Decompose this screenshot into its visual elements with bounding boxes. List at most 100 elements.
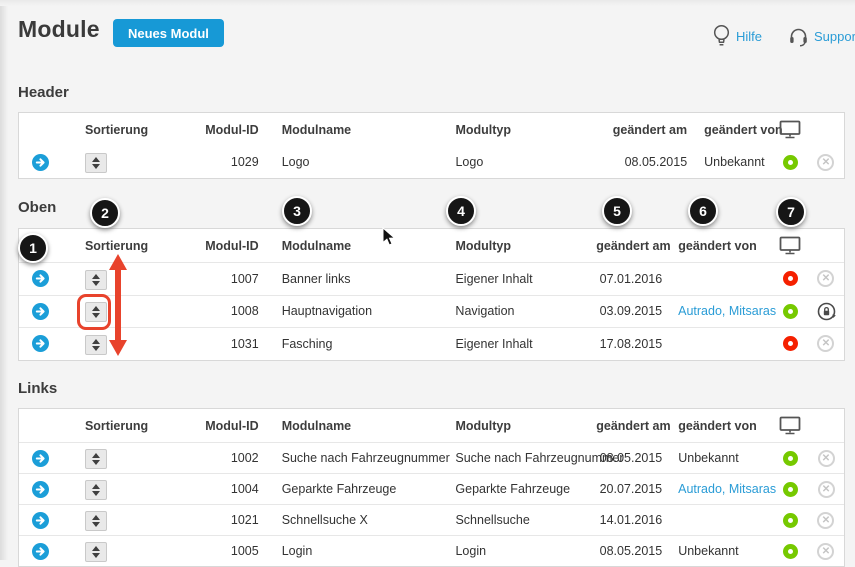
mouse-cursor [382,227,396,252]
callout-2: 2 [90,198,120,228]
sort-stepper[interactable] [85,153,107,173]
modulname: Geparkte Fahrzeuge [259,482,456,496]
status-indicator[interactable] [783,513,798,528]
open-module-button[interactable] [32,481,49,498]
modultyp: Eigener Inhalt [455,272,596,286]
modul-id: 1005 [153,544,259,558]
open-module-button[interactable] [32,543,49,560]
changed-date: 08.05.2015 [596,155,687,169]
modultyp: Logo [455,155,596,169]
table-links-section: Sortierung Modul-ID Modulname Modultyp g… [18,408,845,567]
section-title-header: Header [18,84,69,101]
status-indicator[interactable] [783,155,798,170]
col-geaendert-am: geändert am [596,419,662,433]
open-module-button[interactable] [32,270,49,287]
col-modul-id: Modul-ID [153,239,259,253]
callout-7: 7 [776,197,806,227]
status-indicator[interactable] [783,482,798,497]
col-modultyp: Modultyp [455,123,596,137]
changed-by: Unbekannt [687,155,772,169]
sort-stepper[interactable] [85,511,107,531]
modulname: Hauptnavigation [259,304,456,318]
open-module-button[interactable] [32,303,49,320]
table-row: 1029 Logo Logo 08.05.2015 Unbekannt [19,146,844,178]
callout-3: 3 [282,196,312,226]
page-title: Module [18,16,100,43]
changed-date: 20.07.2015 [596,482,662,496]
modultyp: Schnellsuche [455,513,596,527]
status-indicator[interactable] [783,451,798,466]
status-indicator[interactable] [783,336,798,351]
delete-button[interactable] [817,512,834,529]
changed-date: 08.05.2015 [596,544,662,558]
modulname: Fasching [259,337,456,351]
changed-by: Unbekannt [662,544,772,558]
col-geaendert-am: geändert am [596,123,687,137]
monitor-icon [772,416,808,435]
changed-date: 03.09.2015 [596,304,662,318]
table-row: 1002 Suche nach Fahrzeugnummer Suche nac… [19,442,844,473]
changed-by: Unbekannt [662,451,772,465]
table-head: Sortierung Modul-ID Modulname Modultyp g… [19,409,844,442]
delete-button[interactable] [817,335,834,352]
col-modulname: Modulname [259,123,456,137]
modulname: Logo [259,155,456,169]
open-module-button[interactable] [32,154,49,171]
changed-by[interactable]: Autrado, Mitsaras [662,304,772,318]
delete-button[interactable] [817,154,834,171]
status-indicator[interactable] [783,271,798,286]
unlock-button[interactable] [816,301,837,322]
modul-id: 1029 [153,155,259,169]
sort-stepper[interactable] [85,449,107,469]
delete-button[interactable] [817,543,834,560]
col-modul-id: Modul-ID [153,419,259,433]
callout-5: 5 [602,196,632,226]
delete-button[interactable] [818,481,835,498]
delete-button[interactable] [818,450,835,467]
modul-id: 1004 [153,482,259,496]
col-modultyp: Modultyp [455,419,596,433]
changed-date: 08.05.2015 [596,451,662,465]
new-module-button[interactable]: Neues Modul [113,19,224,47]
col-geaendert-von: geändert von [662,419,772,433]
help-link[interactable]: Hilfe [736,29,762,44]
help-support-bar: Hilfe Support [712,24,855,48]
section-title-oben: Oben [18,199,56,216]
col-geaendert-von: geändert von [662,239,772,253]
modultyp: Geparkte Fahrzeuge [455,482,596,496]
open-module-button[interactable] [32,450,49,467]
callout-1: 1 [18,233,48,263]
table-row: 1021 Schnellsuche X Schnellsuche 14.01.2… [19,504,844,535]
table-head: Sortierung Modul-ID Modulname Modultyp g… [19,229,844,262]
col-modulname: Modulname [259,239,456,253]
status-indicator[interactable] [783,304,798,319]
open-module-button[interactable] [32,335,49,352]
modulname: Schnellsuche X [259,513,456,527]
modultyp: Eigener Inhalt [455,337,596,351]
status-indicator[interactable] [783,544,798,559]
modulname: Login [259,544,456,558]
sort-direction-arrow [104,253,132,362]
modul-id: 1008 [153,304,259,318]
col-modul-id: Modul-ID [153,123,259,137]
lightbulb-icon [712,24,731,48]
headset-icon [788,26,809,47]
delete-button[interactable] [817,270,834,287]
table-row: 1031 Fasching Eigener Inhalt 17.08.2015 [19,327,844,360]
table-row: 1004 Geparkte Fahrzeuge Geparkte Fahrzeu… [19,473,844,504]
sort-stepper[interactable] [85,542,107,562]
modultyp: Suche nach Fahrzeugnummer [455,451,596,465]
table-row: 1005 Login Login 08.05.2015 Unbekannt [19,535,844,566]
modulname: Banner links [259,272,456,286]
open-module-button[interactable] [32,512,49,529]
modul-id: 1002 [153,451,259,465]
changed-by[interactable]: Autrado, Mitsaras [662,482,772,496]
table-row: 1007 Banner links Eigener Inhalt 07.01.2… [19,262,844,295]
col-geaendert-von: geändert von [687,123,772,137]
sort-stepper[interactable] [85,480,107,500]
changed-date: 07.01.2016 [596,272,662,286]
section-title-links: Links [18,380,57,397]
support-link[interactable]: Support [814,29,855,44]
modultyp: Navigation [455,304,596,318]
modultyp: Login [455,544,596,558]
